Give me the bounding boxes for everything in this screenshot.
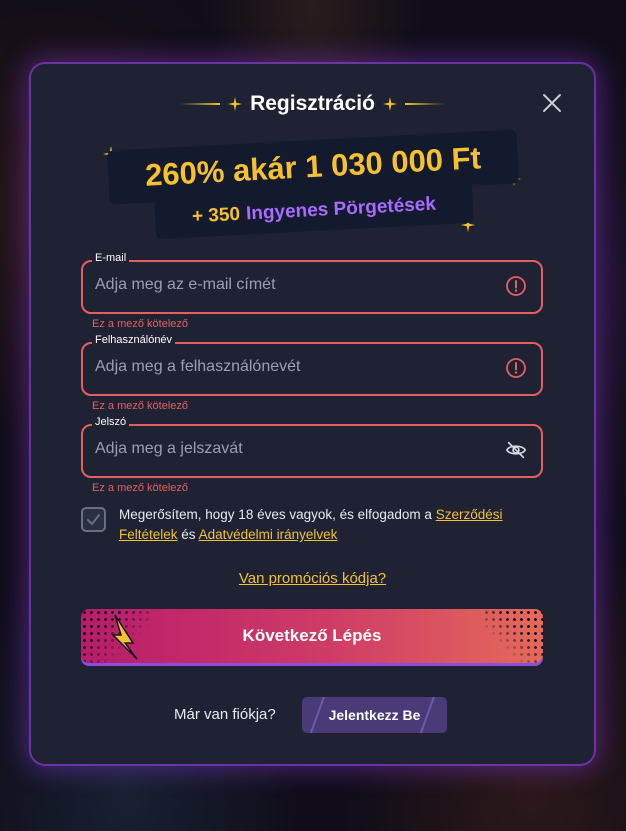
login-button-label: Jelentkezz Be [328, 707, 421, 723]
modal-header: Regisztráció [31, 90, 594, 118]
email-input[interactable] [95, 260, 485, 310]
eye-off-icon[interactable] [505, 439, 527, 461]
lightning-bolt-icon [111, 614, 138, 660]
registration-modal: Regisztráció 260% akár 1 030 000 Ft + 35… [31, 64, 594, 764]
button-decoration [307, 697, 327, 733]
login-button[interactable]: Jelentkezz Be [302, 697, 447, 733]
title-decoration-right [404, 103, 445, 105]
modal-title: Regisztráció [250, 92, 375, 115]
email-error: Ez a mező kötelező [92, 318, 188, 330]
sparkle-icon [228, 97, 243, 111]
promo-code-link[interactable]: Van promóciós kódja? [31, 570, 594, 587]
password-error: Ez a mező kötelező [92, 482, 188, 494]
email-label: E-mail [92, 252, 130, 264]
username-error: Ez a mező kötelező [92, 400, 188, 412]
error-icon [506, 276, 526, 296]
privacy-policy-link[interactable]: Adatvédelmi irányelvek [199, 527, 338, 542]
username-label: Felhasználónév [92, 334, 176, 346]
next-step-label: Következő Lépés [242, 626, 382, 645]
password-label: Jelszó [92, 416, 130, 428]
password-input[interactable] [95, 424, 485, 474]
title-decoration-left [180, 103, 221, 105]
error-icon [506, 358, 526, 378]
check-icon [87, 514, 100, 526]
username-input[interactable] [95, 342, 485, 392]
sparkle-icon [382, 97, 397, 111]
next-step-button[interactable]: Következő Lépés [81, 609, 543, 663]
have-account-text: Már van fiókja? [174, 706, 276, 723]
button-dots-decoration [483, 609, 543, 663]
terms-text-before: Megerősítem, hogy 18 éves vagyok, és elf… [119, 507, 432, 522]
terms-checkbox[interactable] [81, 507, 106, 532]
terms-text: Megerősítem, hogy 18 éves vagyok, és elf… [119, 505, 539, 545]
bonus-spins-label: Ingyenes Pörgetések [245, 193, 437, 225]
terms-text-mid: és [181, 527, 196, 542]
bonus-spins-count: + 350 [191, 203, 241, 228]
